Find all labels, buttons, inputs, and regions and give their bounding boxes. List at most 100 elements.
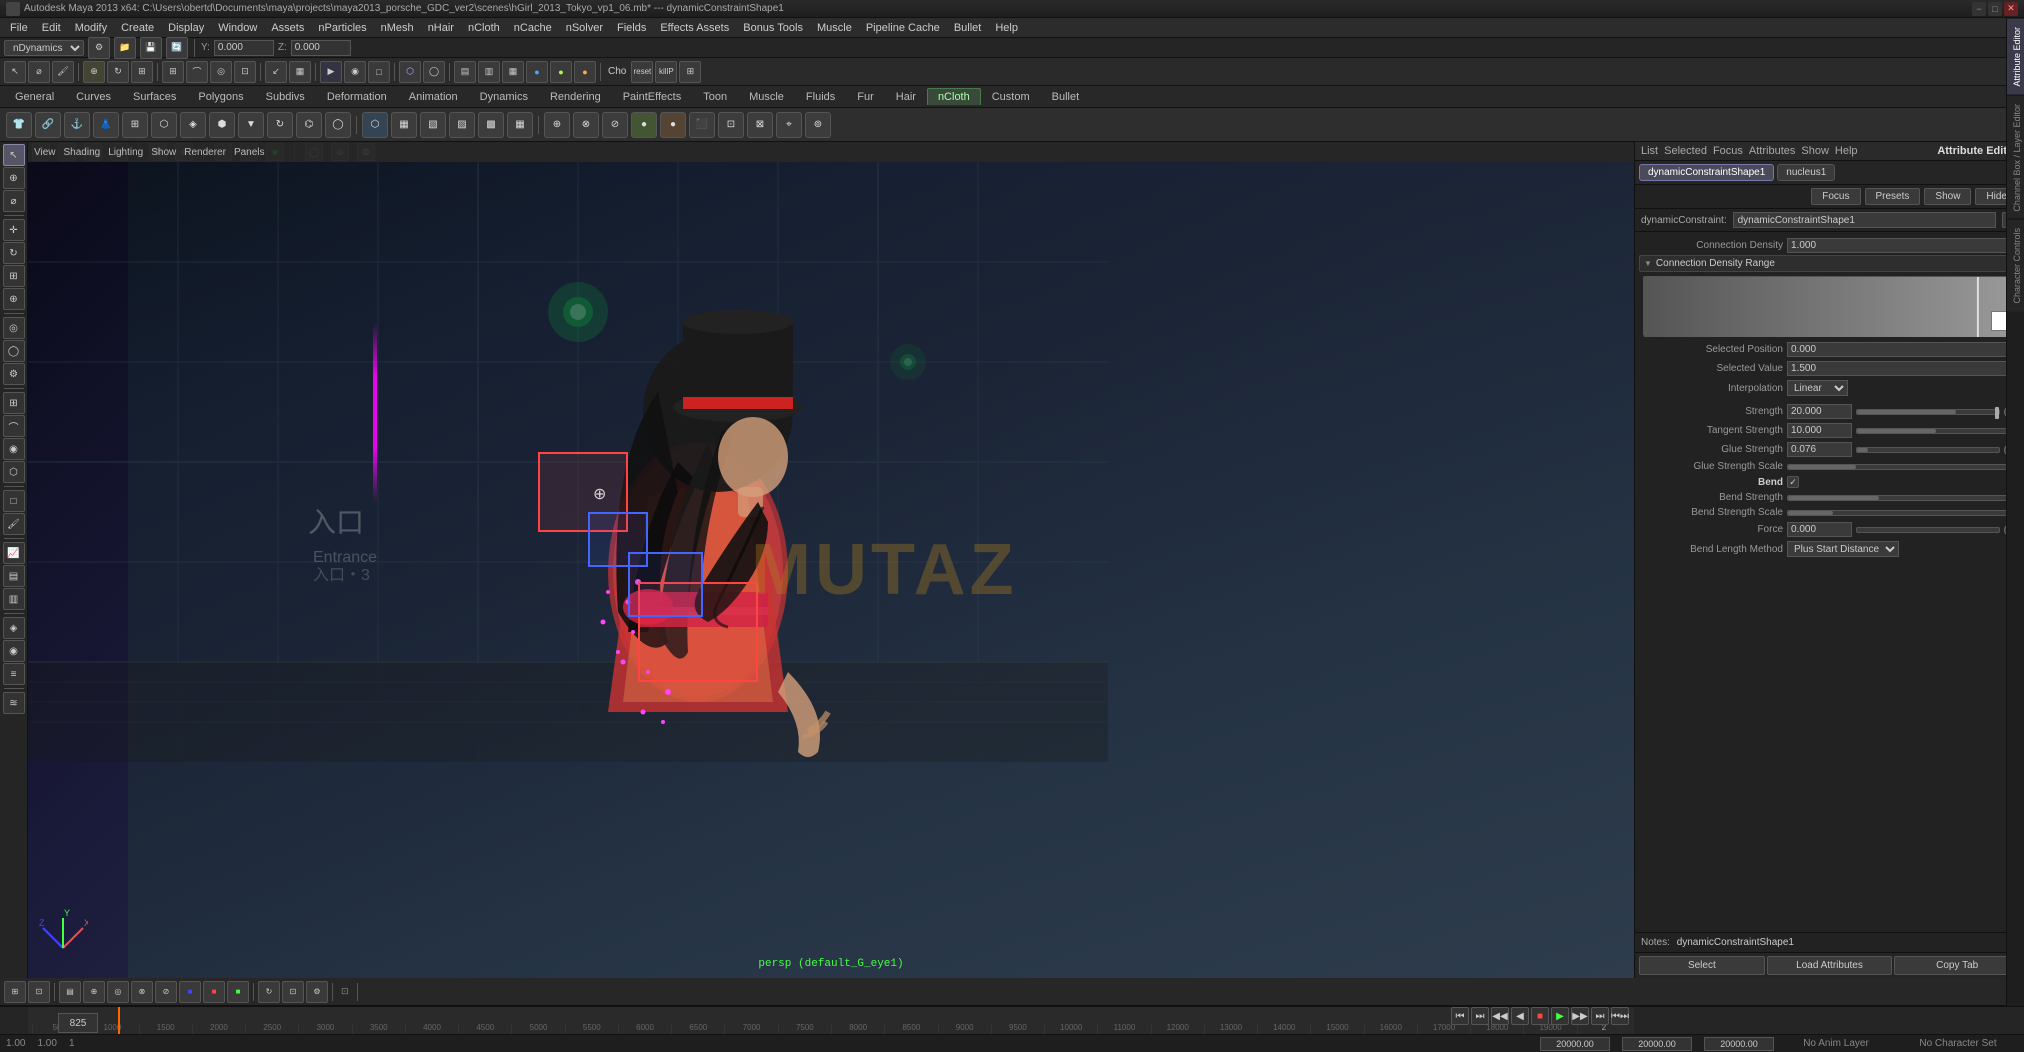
extra-tool-3[interactable]: ▤ [59,981,81,1003]
shelf-tab-ncloth[interactable]: nCloth [927,88,981,105]
node-tab-nucleus[interactable]: nucleus1 [1777,164,1835,181]
snap-live[interactable]: ⬡ [3,461,25,483]
strength-value[interactable] [1787,404,1852,419]
snap-curve-btn[interactable]: ⌒ [186,61,208,83]
shelf-icon-27[interactable]: ⌖ [776,112,802,138]
extra-btn-1[interactable]: ▤ [454,61,476,83]
visor[interactable]: ◉ [3,640,25,662]
attr-tab-help[interactable]: Help [1835,145,1858,157]
extra-tool-12[interactable]: ⊡ [282,981,304,1003]
extra-tool-5[interactable]: ◎ [107,981,129,1003]
shelf-tab-surfaces[interactable]: Surfaces [122,88,187,105]
shelf-icon-10[interactable]: ↻ [267,112,293,138]
prev-frame-btn[interactable]: ◀◀ [1491,1007,1509,1025]
extra-tool-2[interactable]: ⊡ [28,981,50,1003]
mode-btn-3[interactable]: 💾 [140,37,162,59]
shelf-tab-painteffects[interactable]: PaintEffects [612,88,693,105]
scale-tool[interactable]: ⊞ [3,265,25,287]
snap-point-btn[interactable]: ◎ [210,61,232,83]
input-btn[interactable]: ▦ [289,61,311,83]
attr-tab-show[interactable]: Show [1801,145,1829,157]
prev-key-btn[interactable]: ⏭ [1471,1007,1489,1025]
focus-button[interactable]: Focus [1811,188,1860,205]
lasso-tool-btn[interactable]: ⌀ [28,61,50,83]
shelf-tab-bullet[interactable]: Bullet [1041,88,1091,105]
interpolation-dropdown[interactable]: Linear Smooth Spline [1787,380,1848,396]
go-start-btn[interactable]: ⏮ [1451,1007,1469,1025]
outliner[interactable]: ≡ [3,663,25,685]
extra-tool-13[interactable]: ⚙ [306,981,328,1003]
strength-slider[interactable] [1856,409,2000,415]
extra-tool-1[interactable]: ⊞ [4,981,26,1003]
menu-item-bullet[interactable]: Bullet [948,20,988,36]
load-attributes-btn[interactable]: Load Attributes [1767,956,1893,975]
constraint-value-input[interactable] [1733,212,1996,228]
menu-item-display[interactable]: Display [162,20,210,36]
rotate-tool-btn[interactable]: ↻ [107,61,129,83]
scale-tool-btn[interactable]: ⊞ [131,61,153,83]
graph-editor[interactable]: 📈 [3,542,25,564]
menu-item-assets[interactable]: Assets [265,20,310,36]
shelf-icon-15[interactable]: ▧ [420,112,446,138]
isolate-btn[interactable]: ◯ [423,61,445,83]
menu-item-nsolver[interactable]: nSolver [560,20,609,36]
presets-button[interactable]: Presets [1865,188,1921,205]
extra-tool-7[interactable]: ⊘ [155,981,177,1003]
attr-tab-selected[interactable]: Selected [1664,145,1707,157]
menu-item-ncloth[interactable]: nCloth [462,20,506,36]
shelf-icon-24[interactable]: ⬛ [689,112,715,138]
select-tool[interactable]: ↖ [3,144,25,166]
menu-item-effects-assets[interactable]: Effects Assets [654,20,735,36]
show-hide-btn[interactable]: ⬡ [399,61,421,83]
shelf-icon-9[interactable]: ▼ [238,112,264,138]
show-menu[interactable]: Show [151,147,176,158]
extra-tool-8[interactable]: ■ [179,981,201,1003]
node-tab-constraint[interactable]: dynamicConstraintShape1 [1639,164,1774,181]
go-end-btn[interactable]: ⏮⏭ [1611,1007,1629,1025]
menu-item-file[interactable]: File [4,20,34,36]
render-region[interactable]: □ [3,490,25,512]
attr-tab-focus[interactable]: Focus [1713,145,1743,157]
move-tool[interactable]: ✛ [3,219,25,241]
sculpt-tool[interactable]: ◯ [3,340,25,362]
tangent-strength-value[interactable] [1787,423,1852,438]
soft-mod-tool[interactable]: ◎ [3,317,25,339]
snap-grid[interactable]: ⊞ [3,392,25,414]
shelf-icon-26[interactable]: ⊠ [747,112,773,138]
play-fwd-btn[interactable]: ▶ [1551,1007,1569,1025]
force-slider[interactable] [1856,527,2000,533]
shelf-tab-deformation[interactable]: Deformation [316,88,398,105]
universal-tool[interactable]: ⊕ [3,288,25,310]
strength-thumb[interactable] [1995,407,1999,419]
mode-dropdown[interactable]: nDynamics [4,40,84,56]
bend-checkbox[interactable] [1787,476,1799,488]
shelf-tab-fur[interactable]: Fur [846,88,885,105]
reset-btn[interactable]: reset [631,61,653,83]
z-input[interactable] [291,40,351,56]
close-button[interactable]: ✕ [2004,2,2018,16]
end-frame-input-2[interactable] [1704,1037,1774,1051]
maximize-button[interactable]: □ [1988,2,2002,16]
shelf-icon-17[interactable]: ▩ [478,112,504,138]
shelf-tab-fluids[interactable]: Fluids [795,88,846,105]
shelf-icon-28[interactable]: ⊚ [805,112,831,138]
trax-editor[interactable]: ▥ [3,588,25,610]
menu-item-nhair[interactable]: nHair [422,20,460,36]
menu-item-nmesh[interactable]: nMesh [375,20,420,36]
shelf-icon-3[interactable]: ⚓ [64,112,90,138]
shelf-icon-22[interactable]: ● [631,112,657,138]
shelf-icon-14[interactable]: ▦ [391,112,417,138]
extra-tool-4[interactable]: ⊕ [83,981,105,1003]
attr-tab-attributes[interactable]: Attributes [1749,145,1795,157]
extra-tool-6[interactable]: ⊗ [131,981,153,1003]
shelf-icon-5[interactable]: ⊞ [122,112,148,138]
mode-btn-4[interactable]: 🔄 [166,37,188,59]
shelf-icon-2[interactable]: 🔗 [35,112,61,138]
lasso-tool[interactable]: ⌀ [3,190,25,212]
render-btn[interactable]: ▶ [320,61,342,83]
dope-sheet[interactable]: ▤ [3,565,25,587]
menu-item-fields[interactable]: Fields [611,20,652,36]
shelf-icon-4[interactable]: 👗 [93,112,119,138]
tangent-strength-slider[interactable] [1856,428,2016,434]
connection-density-range-header[interactable]: ▼ Connection Density Range [1639,255,2020,272]
